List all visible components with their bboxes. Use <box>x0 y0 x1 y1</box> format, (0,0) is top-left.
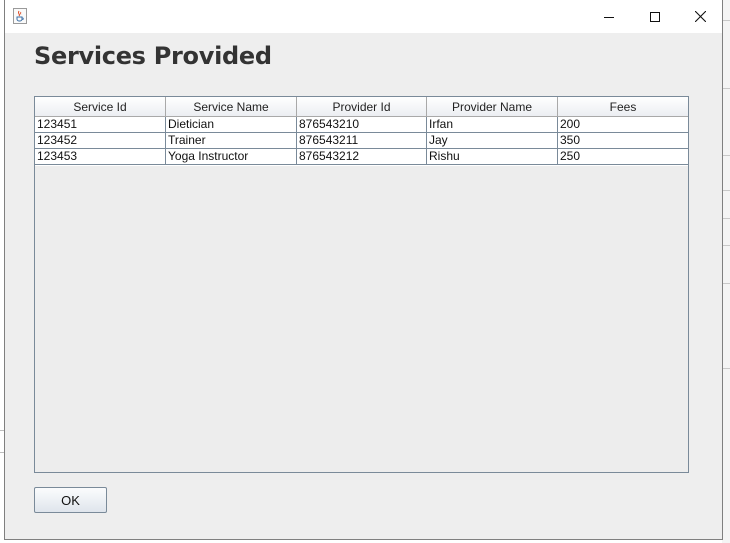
ok-button[interactable]: OK <box>34 487 107 513</box>
cell-fees[interactable]: 200 <box>558 117 688 133</box>
cell-fees[interactable]: 250 <box>558 149 688 165</box>
cell-service-name[interactable]: Dietician <box>166 117 297 133</box>
table-row[interactable]: 123453 Yoga Instructor 876543212 Rishu 2… <box>35 149 688 165</box>
table-empty-area[interactable] <box>35 166 688 472</box>
cell-service-name[interactable]: Trainer <box>166 133 297 149</box>
table-header: Service Id Service Name Provider Id Prov… <box>35 97 688 118</box>
column-header-provider-name[interactable]: Provider Name <box>427 97 558 117</box>
services-table: Service Id Service Name Provider Id Prov… <box>34 96 689 473</box>
column-header-provider-id[interactable]: Provider Id <box>297 97 427 117</box>
cell-service-id[interactable]: 123451 <box>35 117 166 133</box>
java-cup-icon <box>13 8 27 24</box>
maximize-button[interactable] <box>632 0 678 33</box>
cell-provider-id[interactable]: 876543210 <box>297 117 427 133</box>
column-header-fees[interactable]: Fees <box>558 97 688 117</box>
maximize-icon <box>650 11 660 22</box>
column-header-service-name[interactable]: Service Name <box>166 97 297 117</box>
cell-service-id[interactable]: 123452 <box>35 133 166 149</box>
minimize-icon <box>604 12 614 22</box>
close-icon <box>694 11 706 22</box>
table-body: 123451 Dietician 876543210 Irfan 200 123… <box>35 117 688 165</box>
cell-fees[interactable]: 350 <box>558 133 688 149</box>
cell-provider-name[interactable]: Jay <box>427 133 558 149</box>
table-row[interactable]: 123451 Dietician 876543210 Irfan 200 <box>35 117 688 133</box>
cell-provider-id[interactable]: 876543211 <box>297 133 427 149</box>
page-title: Services Provided <box>34 42 272 70</box>
cell-provider-name[interactable]: Irfan <box>427 117 558 133</box>
table-row[interactable]: 123452 Trainer 876543211 Jay 350 <box>35 133 688 149</box>
close-button[interactable] <box>677 0 723 33</box>
title-bar <box>5 0 722 33</box>
cell-provider-id[interactable]: 876543212 <box>297 149 427 165</box>
cell-provider-name[interactable]: Rishu <box>427 149 558 165</box>
background-window-edge <box>722 0 730 543</box>
cell-service-id[interactable]: 123453 <box>35 149 166 165</box>
cell-service-name[interactable]: Yoga Instructor <box>166 149 297 165</box>
services-dialog: Services Provided Service Id Service Nam… <box>4 0 723 540</box>
minimize-button[interactable] <box>586 0 632 33</box>
column-header-service-id[interactable]: Service Id <box>35 97 166 117</box>
